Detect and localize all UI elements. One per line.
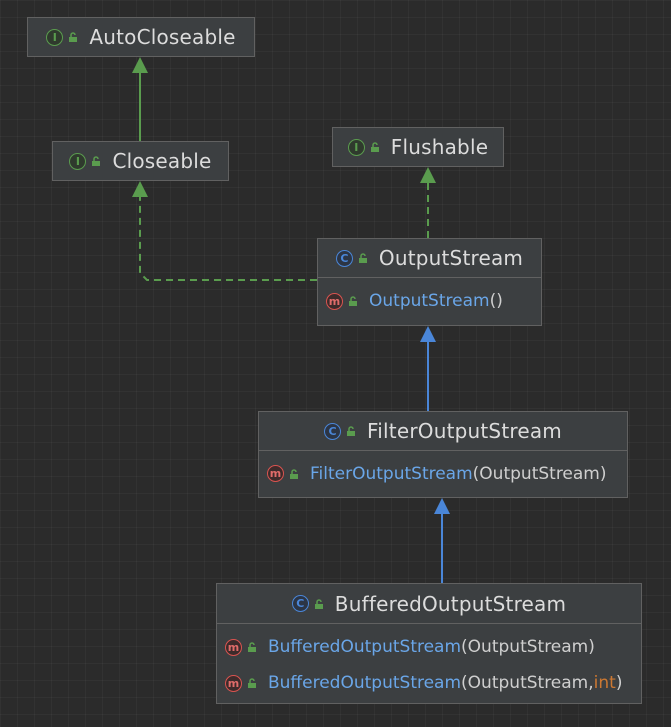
node-title: Flushable xyxy=(390,135,489,159)
member-row[interactable]: m FilterOutputStream (OutputStream) xyxy=(259,451,627,496)
method-signature: (OutputStream, xyxy=(461,673,594,693)
node-title: OutputStream xyxy=(378,246,524,270)
method-name: BufferedOutputStream xyxy=(268,637,462,657)
node-title: FilterOutputStream xyxy=(367,419,562,443)
public-lock-icon xyxy=(358,253,367,263)
interface-badge-icon: I xyxy=(46,28,64,46)
method-badge-icon: m xyxy=(225,674,242,692)
member-row[interactable]: m OutputStream() xyxy=(318,278,541,324)
class-badge-icon: C xyxy=(291,595,309,612)
arrowhead-filteroutputstream xyxy=(434,498,450,514)
node-bufferedoutputstream[interactable]: C BufferedOutputStream m BufferedOutputS… xyxy=(216,583,642,704)
public-lock-icon xyxy=(314,598,323,609)
arrowhead-autocloseable xyxy=(132,57,148,73)
node-title: AutoCloseable xyxy=(89,25,236,49)
public-lock-icon xyxy=(290,468,298,479)
public-lock-icon xyxy=(248,678,256,688)
public-lock-icon xyxy=(347,426,356,436)
node-outputstream[interactable]: C OutputStream m OutputStream() xyxy=(317,238,542,326)
node-flushable[interactable]: I Flushable xyxy=(332,127,504,167)
method-signature: () xyxy=(489,291,503,311)
method-name: FilterOutputStream xyxy=(310,463,473,484)
interface-badge-icon: I xyxy=(347,138,365,156)
method-badge-icon: m xyxy=(326,292,343,310)
arrowhead-flushable xyxy=(420,167,436,183)
class-badge-icon: C xyxy=(335,249,353,267)
node-title: BufferedOutputStream xyxy=(334,591,567,616)
node-filteroutputstream[interactable]: C FilterOutputStream m FilterOutputStrea… xyxy=(258,411,628,498)
edge-outputstream-closeable xyxy=(139,195,317,281)
method-name: BufferedOutputStream xyxy=(268,673,462,693)
arrowhead-closeable xyxy=(132,181,148,197)
public-lock-icon xyxy=(370,142,379,152)
node-closeable[interactable]: I Closeable xyxy=(52,141,229,181)
arrowhead-outputstream xyxy=(420,326,436,342)
method-signature-end: ) xyxy=(615,673,623,693)
method-signature: (OutputStream) xyxy=(472,463,607,484)
member-row[interactable]: m BufferedOutputStream (OutputStream, int… xyxy=(217,666,641,700)
class-badge-icon: C xyxy=(324,422,342,440)
method-badge-icon: m xyxy=(225,638,242,656)
method-signature: (OutputStream) xyxy=(461,637,595,657)
public-lock-icon xyxy=(69,32,78,42)
interface-badge-icon: I xyxy=(69,152,87,170)
method-badge-icon: m xyxy=(267,465,284,482)
public-lock-icon xyxy=(92,156,101,166)
method-name: OutputStream xyxy=(369,291,490,311)
public-lock-icon xyxy=(349,296,357,306)
type-keyword: int xyxy=(593,673,616,693)
node-autocloseable[interactable]: I AutoCloseable xyxy=(27,17,255,57)
public-lock-icon xyxy=(248,642,256,652)
member-row[interactable]: m BufferedOutputStream (OutputStream) xyxy=(217,624,641,666)
node-title: Closeable xyxy=(112,149,212,173)
